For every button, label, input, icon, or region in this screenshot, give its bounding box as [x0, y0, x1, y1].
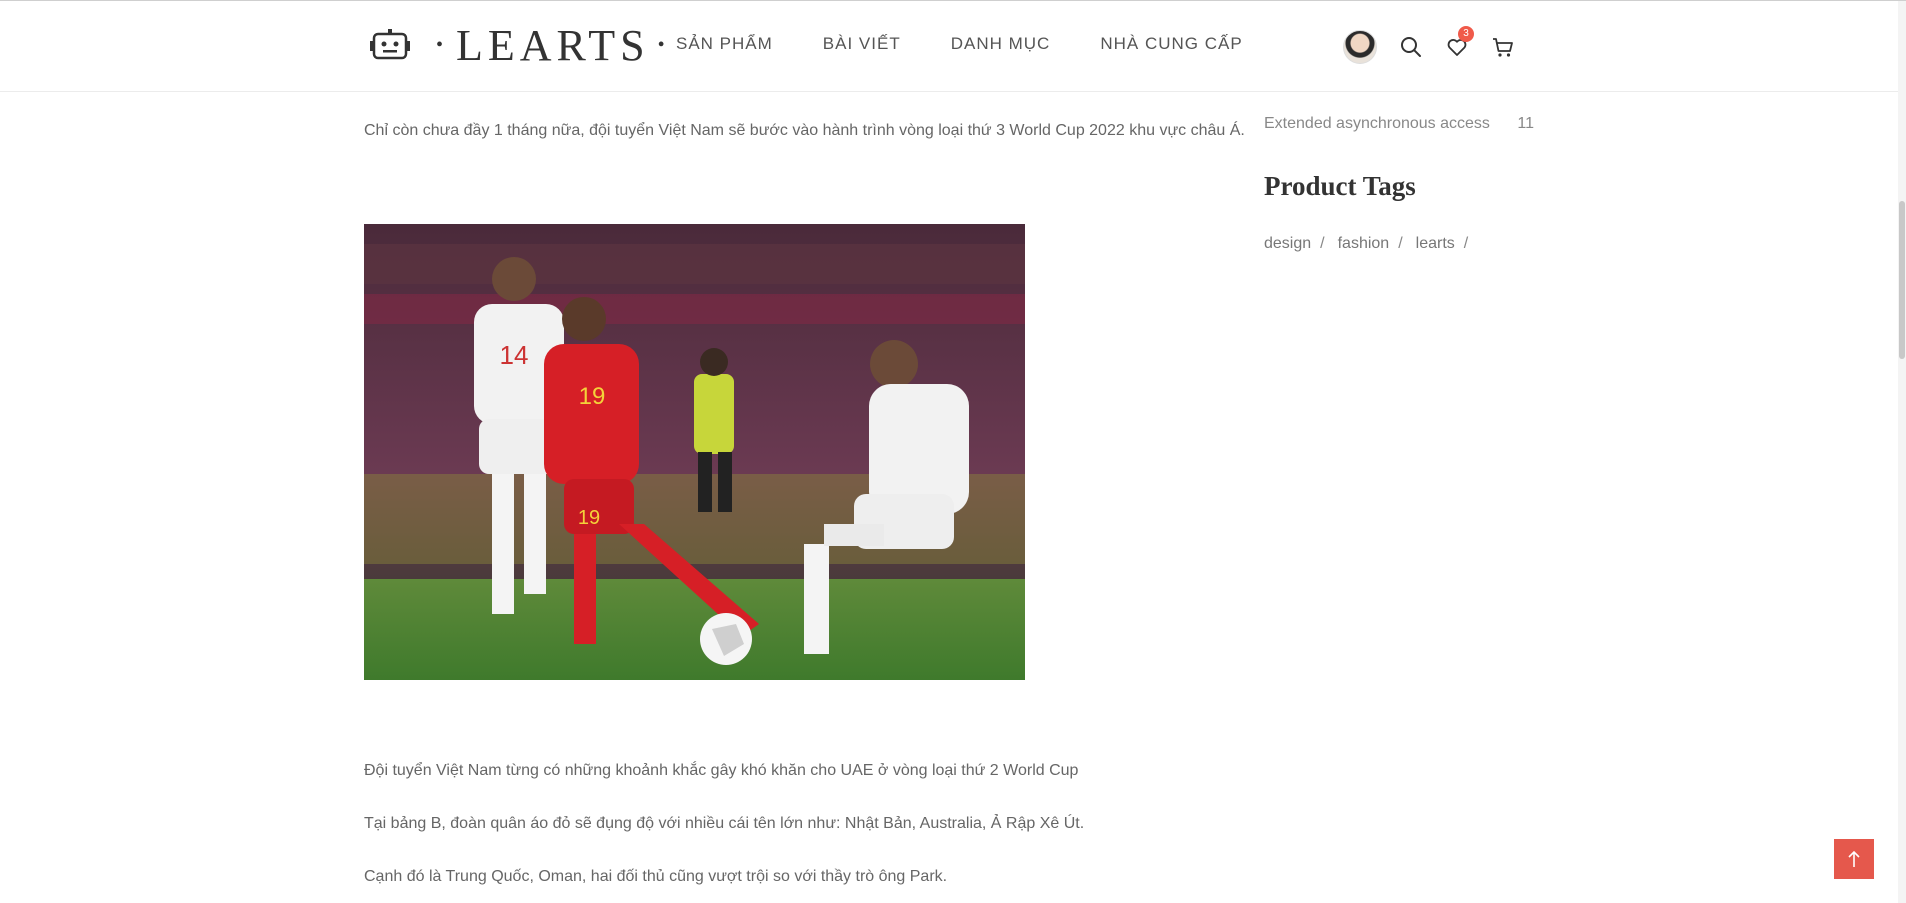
- nav-item-bai-viet[interactable]: BÀI VIẾT: [823, 34, 901, 54]
- nav-item-nha-cung-cap[interactable]: NHÀ CUNG CẤP: [1100, 34, 1242, 54]
- svg-text:14: 14: [500, 340, 529, 370]
- page-scrollbar[interactable]: [1898, 1, 1906, 903]
- tag-learts[interactable]: learts: [1416, 235, 1455, 253]
- logo[interactable]: • LEARTS •: [370, 19, 678, 71]
- tag-design[interactable]: design: [1264, 235, 1311, 253]
- logo-wordmark: • LEARTS •: [436, 20, 670, 70]
- svg-text:19: 19: [578, 507, 600, 529]
- site-header: • LEARTS • SẢN PHẨM BÀI VIẾT DANH MỤC NHÀ …: [0, 1, 1906, 92]
- product-tags-heading: Product Tags: [1264, 171, 1416, 201]
- scrollbar-thumb[interactable]: [1899, 201, 1905, 359]
- search-icon[interactable]: [1399, 35, 1423, 59]
- wishlist-count-badge: 3: [1458, 26, 1474, 42]
- nav-item-danh-muc[interactable]: DANH MỤC: [951, 34, 1051, 54]
- category-label: Extended asynchronous access: [1264, 115, 1490, 132]
- main-nav: SẢN PHẨM BÀI VIẾT DANH MỤC NHÀ CUNG CẤP: [676, 34, 1293, 54]
- cart-icon[interactable]: [1491, 35, 1515, 59]
- svg-text:19: 19: [579, 383, 606, 410]
- tag-fashion[interactable]: fashion: [1338, 235, 1390, 253]
- arrow-up-icon: [1848, 850, 1860, 867]
- logo-text: LEARTS: [456, 20, 650, 70]
- product-tags-list: design / fashion / learts /: [1264, 235, 1481, 253]
- avatar[interactable]: [1343, 30, 1377, 64]
- article-paragraph-2: Tại bảng B, đoàn quân áo đỏ sẽ đụng độ v…: [364, 815, 1085, 832]
- tag-separator: /: [1320, 235, 1325, 252]
- article-intro: Chỉ còn chưa đầy 1 tháng nữa, đội tuyển …: [364, 122, 1245, 139]
- wishlist-heart-icon[interactable]: 3: [1445, 26, 1474, 59]
- nav-item-san-pham[interactable]: SẢN PHẨM: [676, 34, 773, 54]
- article-paragraph-3: Cạnh đó là Trung Quốc, Oman, hai đối thủ…: [364, 868, 948, 885]
- tag-separator: /: [1398, 235, 1403, 252]
- category-item[interactable]: Extended asynchronous access 11: [1264, 115, 1534, 133]
- category-count: 11: [1517, 115, 1534, 132]
- logo-robot-icon: [370, 29, 410, 60]
- tag-separator: /: [1463, 235, 1469, 252]
- back-to-top-button[interactable]: [1834, 839, 1874, 879]
- article-paragraph-1: Đội tuyển Việt Nam từng có những khoảnh …: [364, 762, 1079, 779]
- header-actions: 3: [1343, 26, 1515, 64]
- article-image-football-match: 14 19 19: [364, 224, 1025, 680]
